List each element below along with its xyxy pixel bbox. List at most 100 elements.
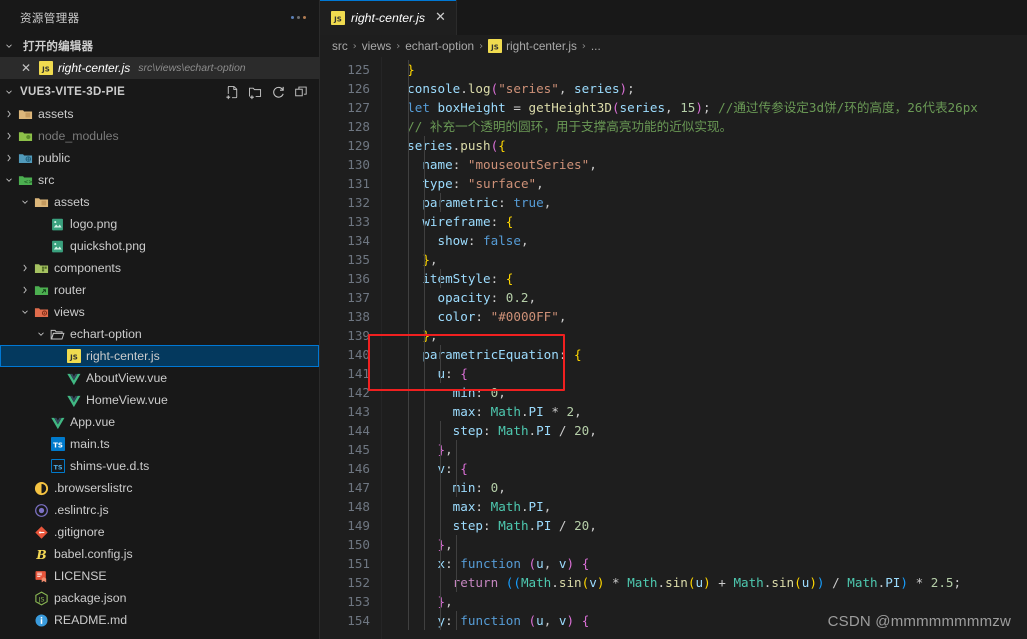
code-line[interactable]: x: function (u, v) { — [382, 554, 1027, 573]
tree-item-readme-md[interactable]: README.md — [0, 609, 319, 631]
code-line[interactable]: min: 0, — [382, 383, 1027, 402]
tree-item-quickshot-png[interactable]: quickshot.png — [0, 235, 319, 257]
open-editor-item[interactable]: ✕ JS right-center.js src\views\echart-op… — [0, 57, 319, 79]
tree-item-src[interactable]: <> src — [0, 169, 319, 191]
tree-item-components[interactable]: components — [0, 257, 319, 279]
tree-item-label: README.md — [54, 613, 128, 627]
new-file-icon[interactable] — [224, 84, 240, 100]
tree-item-assets[interactable]: assets — [0, 103, 319, 125]
breadcrumb-item[interactable]: echart-option — [405, 39, 474, 53]
code-line[interactable]: parametric: true, — [382, 193, 1027, 212]
tree-item-views[interactable]: views — [0, 301, 319, 323]
breadcrumb-label: echart-option — [405, 39, 475, 53]
tree-item-aboutview-vue[interactable]: AboutView.vue — [0, 367, 319, 389]
breadcrumb-separator: › — [581, 40, 586, 52]
tree-item-label: right-center.js — [86, 349, 160, 363]
ts-file-icon: TS — [49, 437, 66, 451]
tree-item-label: main.ts — [70, 437, 110, 451]
line-number: 148 — [347, 499, 370, 514]
code-line[interactable]: }, — [382, 440, 1027, 459]
tree-item-router[interactable]: router — [0, 279, 319, 301]
refresh-icon[interactable] — [270, 84, 286, 100]
tree-item-node-modules[interactable]: node_modules — [0, 125, 319, 147]
tree-item-babel-config-js[interactable]: Bbabel.config.js — [0, 543, 319, 565]
breadcrumb-item[interactable]: ... — [591, 39, 601, 53]
breadcrumb-item[interactable]: JS right-center.js — [488, 39, 577, 53]
new-folder-icon[interactable] — [247, 84, 263, 100]
vue-file-icon — [49, 415, 66, 430]
code-line[interactable]: // 补充一个透明的圆环，用于支撑高亮功能的近似实现。 — [382, 117, 1027, 136]
close-icon[interactable]: ✕ — [435, 11, 446, 24]
code-line[interactable]: }, — [382, 250, 1027, 269]
tree-item-label: echart-option — [70, 327, 142, 341]
line-number: 132 — [347, 195, 370, 210]
code-line[interactable]: }, — [382, 326, 1027, 345]
tree-item-eslintrc-js[interactable]: .eslintrc.js — [0, 499, 319, 521]
code-line[interactable]: } — [382, 60, 1027, 79]
code-line[interactable]: color: "#0000FF", — [382, 307, 1027, 326]
breadcrumb-item[interactable]: views — [362, 39, 392, 53]
code-line[interactable]: wireframe: { — [382, 212, 1027, 231]
tree-item-gitignore[interactable]: .gitignore — [0, 521, 319, 543]
code-line[interactable]: console.log("series", series); — [382, 79, 1027, 98]
code-line[interactable]: max: Math.PI * 2, — [382, 402, 1027, 421]
code-line[interactable]: }, — [382, 535, 1027, 554]
tree-item-license[interactable]: LICENSE — [0, 565, 319, 587]
svg-text:JS: JS — [69, 354, 78, 362]
project-root-header[interactable]: VUE3-VITE-3D-PIE — [0, 81, 319, 103]
code-line[interactable]: min: 0, — [382, 478, 1027, 497]
tree-item-main-ts[interactable]: TS main.ts — [0, 433, 319, 455]
babel-icon: B — [33, 547, 50, 562]
code-line[interactable]: step: Math.PI / 20, — [382, 421, 1027, 440]
js-file-icon: JS — [65, 349, 82, 363]
code-line[interactable]: itemStyle: { — [382, 269, 1027, 288]
tree-item-public[interactable]: public — [0, 147, 319, 169]
tree-item-homeview-vue[interactable]: HomeView.vue — [0, 389, 319, 411]
explorer-title: 资源管理器 — [20, 12, 80, 25]
code-line[interactable]: v: { — [382, 459, 1027, 478]
breadcrumb-separator: › — [479, 40, 484, 52]
code-line[interactable]: u: { — [382, 364, 1027, 383]
code-line[interactable]: name: "mouseoutSeries", — [382, 155, 1027, 174]
ts-def-file-icon: TS — [49, 459, 66, 473]
code-line[interactable]: opacity: 0.2, — [382, 288, 1027, 307]
chevron-down-icon — [36, 329, 49, 339]
code-editor[interactable]: 125 126 127 128 129 130 131 132 133 134 135 136 137 1… — [320, 57, 1027, 639]
code-line[interactable]: max: Math.PI, — [382, 497, 1027, 516]
tree-item-assets[interactable]: assets — [0, 191, 319, 213]
tree-item-right-center-js[interactable]: JS right-center.js — [0, 345, 319, 367]
code-line[interactable]: series.push({ — [382, 136, 1027, 155]
breadcrumb-label: views — [361, 39, 392, 53]
line-number: 134 — [347, 233, 370, 248]
code-line[interactable]: step: Math.PI / 20, — [382, 516, 1027, 535]
line-number-gutter: 125 126 127 128 129 130 131 132 133 134 135 136 137 1… — [320, 57, 382, 639]
line-number: 137 — [347, 290, 370, 305]
open-editors-section-header[interactable]: 打开的编辑器 — [0, 35, 319, 57]
tree-item-package-json[interactable]: JS package.json — [0, 587, 319, 609]
tree-item-app-vue[interactable]: App.vue — [0, 411, 319, 433]
explorer-actions — [224, 84, 319, 100]
code-lines[interactable]: } console.log("series", series); let box… — [382, 57, 1027, 639]
breadcrumb-item[interactable]: src — [332, 39, 348, 53]
collapse-all-icon[interactable] — [293, 84, 309, 100]
close-icon[interactable]: ✕ — [18, 62, 34, 74]
tree-item-label: assets — [54, 195, 90, 209]
code-line[interactable]: return ((Math.sin(v) * Math.sin(u) + Mat… — [382, 573, 1027, 592]
code-line[interactable]: parametricEquation: { — [382, 345, 1027, 364]
line-number: 138 — [347, 309, 370, 324]
code-line[interactable]: type: "surface", — [382, 174, 1027, 193]
tree-item-label: logo.png — [70, 217, 118, 231]
more-dots-icon[interactable] — [285, 7, 311, 29]
chevron-right-icon — [20, 285, 33, 295]
folder-views-icon — [33, 305, 50, 320]
code-line[interactable]: show: false, — [382, 231, 1027, 250]
tree-item-browserslistrc[interactable]: .browserslistrc — [0, 477, 319, 499]
tree-item-label: public — [38, 151, 71, 165]
editor-area: JS right-center.js ✕ src › views › echart-op… — [320, 0, 1027, 639]
tree-item-shims-vue-d-ts[interactable]: TS shims-vue.d.ts — [0, 455, 319, 477]
tree-item-logo-png[interactable]: logo.png — [0, 213, 319, 235]
code-line[interactable]: let boxHeight = getHeight3D(series, 15);… — [382, 98, 1027, 117]
code-line[interactable]: }, — [382, 592, 1027, 611]
tree-item-echart-option[interactable]: echart-option — [0, 323, 319, 345]
tab-right-center-js[interactable]: JS right-center.js ✕ — [320, 0, 457, 35]
